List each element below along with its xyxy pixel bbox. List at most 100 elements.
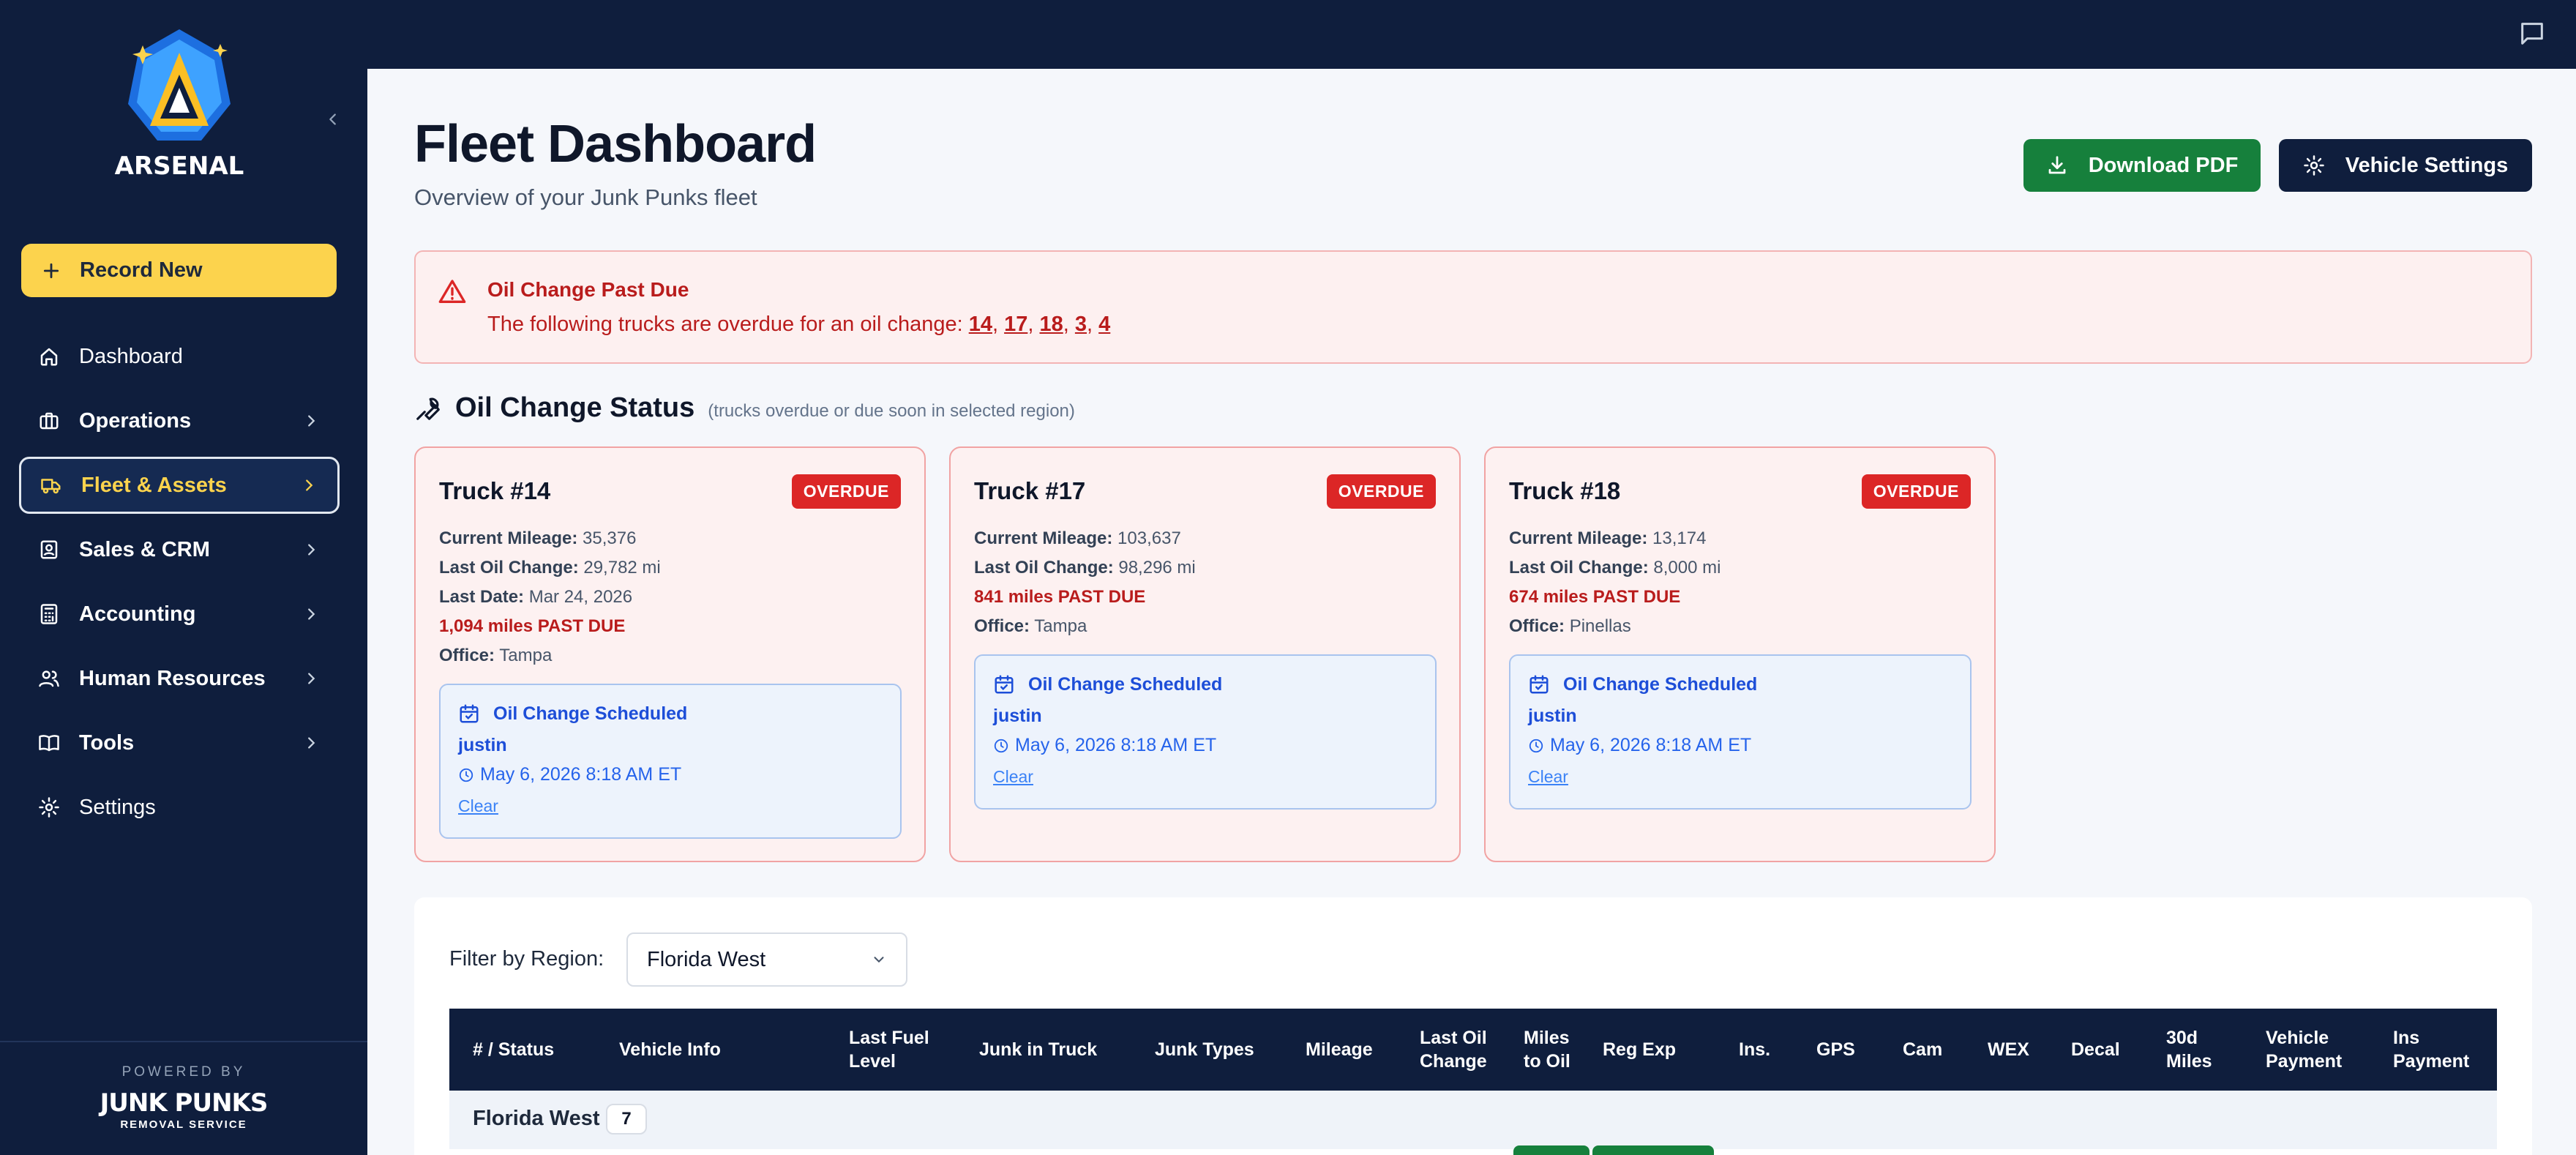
separator: , xyxy=(1027,313,1040,336)
field-label: Office: xyxy=(439,646,495,665)
current-mileage: 103,637 xyxy=(1117,528,1181,548)
separator: , xyxy=(1063,313,1075,336)
overdue-truck-link[interactable]: 4 xyxy=(1098,313,1110,336)
column-header[interactable]: # / Status xyxy=(473,1009,554,1091)
junk-punks-logo-sub: REMOVAL SERVICE xyxy=(120,1118,247,1131)
sidebar-item-settings[interactable]: Settings xyxy=(19,779,340,836)
sidebar-item-label: Dashboard xyxy=(79,344,183,368)
oil-change-scheduled-box: Oil Change Scheduled justin May 6, 2026 … xyxy=(974,654,1437,810)
column-header[interactable]: GPS xyxy=(1816,1009,1855,1091)
overdue-truck-link[interactable]: 18 xyxy=(1039,313,1063,336)
current-mileage: 13,174 xyxy=(1652,528,1707,548)
scheduled-title-label: Oil Change Scheduled xyxy=(493,703,688,724)
scheduled-title-label: Oil Change Scheduled xyxy=(1563,673,1758,695)
scheduled-time-label: May 6, 2026 8:18 AM ET xyxy=(480,764,682,785)
region-filter-value: Florida West xyxy=(647,947,766,971)
alert-text: The following trucks are overdue for an … xyxy=(487,313,1110,337)
chevron-right-icon xyxy=(308,673,315,684)
oil-change-alert: Oil Change Past Due The following trucks… xyxy=(414,250,2532,364)
clock-icon xyxy=(1529,739,1543,752)
contact-icon xyxy=(40,540,58,559)
sidebar-item-label: Sales & CRM xyxy=(79,537,210,561)
sidebar-item-dashboard[interactable]: Dashboard xyxy=(19,328,340,385)
alert-message: The following trucks are overdue for an … xyxy=(487,313,969,336)
sidebar-item-human-resources[interactable]: Human Resources xyxy=(19,650,340,707)
column-header[interactable]: Junk in Truck xyxy=(979,1009,1097,1091)
column-header[interactable]: Cam xyxy=(1903,1009,1942,1091)
gear-icon xyxy=(2304,155,2324,176)
separator: , xyxy=(992,313,1005,336)
sidebar-item-sales-crm[interactable]: Sales & CRM xyxy=(19,521,340,578)
truck-card: Truck #14 OVERDUE Current Mileage: 35,37… xyxy=(414,446,926,862)
column-header[interactable]: Reg Exp xyxy=(1603,1009,1676,1091)
column-header[interactable]: Decal xyxy=(2071,1009,2120,1091)
column-header[interactable]: Ins Payment xyxy=(2393,1009,2474,1091)
column-header[interactable]: Miles to Oil xyxy=(1524,1009,1582,1091)
download-pdf-button[interactable]: Download PDF xyxy=(2023,139,2261,192)
sidebar-item-label: Operations xyxy=(79,408,192,433)
calendar-check-icon xyxy=(460,704,479,723)
plus-icon xyxy=(43,263,59,278)
wrench-icon xyxy=(416,397,440,420)
status-badge: OVERDUE xyxy=(791,474,901,509)
calendar-check-icon xyxy=(1530,675,1549,694)
collapse-sidebar-button[interactable] xyxy=(322,108,344,130)
clear-link[interactable]: Clear xyxy=(458,796,498,816)
oil-status-note: (trucks overdue or due soon in selected … xyxy=(708,401,1075,421)
page-title: Fleet Dashboard xyxy=(414,115,817,173)
sidebar-item-tools[interactable]: Tools xyxy=(19,714,340,771)
download-icon xyxy=(2048,156,2066,174)
scheduled-title: Oil Change Scheduled xyxy=(993,673,1222,695)
status-pill xyxy=(1592,1145,1714,1155)
separator: , xyxy=(1087,313,1099,336)
clear-link[interactable]: Clear xyxy=(993,767,1033,787)
page-subtitle: Overview of your Junk Punks fleet xyxy=(414,184,757,210)
column-header[interactable]: Ins. xyxy=(1739,1009,1770,1091)
chevron-down-icon xyxy=(874,957,884,963)
arsenal-logo[interactable]: ARSENAL xyxy=(91,23,267,184)
chevron-left-icon xyxy=(329,113,336,125)
overdue-truck-link[interactable]: 3 xyxy=(1075,313,1087,336)
scheduled-time: May 6, 2026 8:18 AM ET xyxy=(1528,735,1751,756)
truck-icon xyxy=(41,479,61,494)
book-icon xyxy=(39,735,59,752)
column-header[interactable]: 30d Miles xyxy=(2166,1009,2217,1091)
overdue-truck-link[interactable]: 17 xyxy=(1004,313,1027,336)
column-header[interactable]: Mileage xyxy=(1306,1009,1373,1091)
oil-status-title: Oil Change Status xyxy=(455,392,695,423)
chevron-right-icon xyxy=(308,544,315,556)
scheduled-title: Oil Change Scheduled xyxy=(1528,673,1757,695)
overdue-truck-link[interactable]: 14 xyxy=(969,313,992,336)
column-header[interactable]: WEX xyxy=(1988,1009,2029,1091)
truck-details: Current Mileage: 103,637 Last Oil Change… xyxy=(974,524,1196,641)
truck-title: Truck #14 xyxy=(439,477,551,504)
clear-link[interactable]: Clear xyxy=(1528,767,1568,787)
vehicle-settings-button[interactable]: Vehicle Settings xyxy=(2279,139,2532,192)
column-header[interactable]: Vehicle Info xyxy=(619,1009,721,1091)
top-bar xyxy=(367,0,2576,69)
scheduled-time: May 6, 2026 8:18 AM ET xyxy=(993,735,1216,756)
field-label: Office: xyxy=(974,616,1030,636)
field-label: Current Mileage: xyxy=(439,528,578,548)
region-filter-select[interactable]: Florida West xyxy=(626,932,907,987)
column-header[interactable]: Vehicle Payment xyxy=(2266,1009,2354,1091)
chevron-right-icon xyxy=(308,608,315,620)
oil-change-scheduled-box: Oil Change Scheduled justin May 6, 2026 … xyxy=(1509,654,1972,810)
sidebar-item-label: Human Resources xyxy=(79,666,266,690)
sidebar-item-accounting[interactable]: Accounting xyxy=(19,586,340,643)
column-header[interactable]: Junk Types xyxy=(1155,1009,1254,1091)
scheduled-time: May 6, 2026 8:18 AM ET xyxy=(458,764,681,785)
current-mileage: 35,376 xyxy=(583,528,637,548)
column-header[interactable]: Last Oil Change xyxy=(1420,1009,1500,1091)
record-new-button[interactable]: Record New xyxy=(21,244,337,297)
table-header: # / Status Vehicle Info Last Fuel Level … xyxy=(449,1009,2497,1091)
column-header[interactable]: Last Fuel Level xyxy=(849,1009,937,1091)
sidebar-item-operations[interactable]: Operations xyxy=(19,392,340,449)
chat-icon[interactable] xyxy=(2517,19,2547,48)
gear-icon xyxy=(39,797,59,818)
office: Tampa xyxy=(1034,616,1087,636)
field-label: Current Mileage: xyxy=(974,528,1113,548)
truck-title: Truck #18 xyxy=(1509,477,1621,504)
sidebar-item-fleet-assets[interactable]: Fleet & Assets xyxy=(19,457,340,514)
region-group-row[interactable]: Florida West 7 xyxy=(449,1091,2497,1149)
